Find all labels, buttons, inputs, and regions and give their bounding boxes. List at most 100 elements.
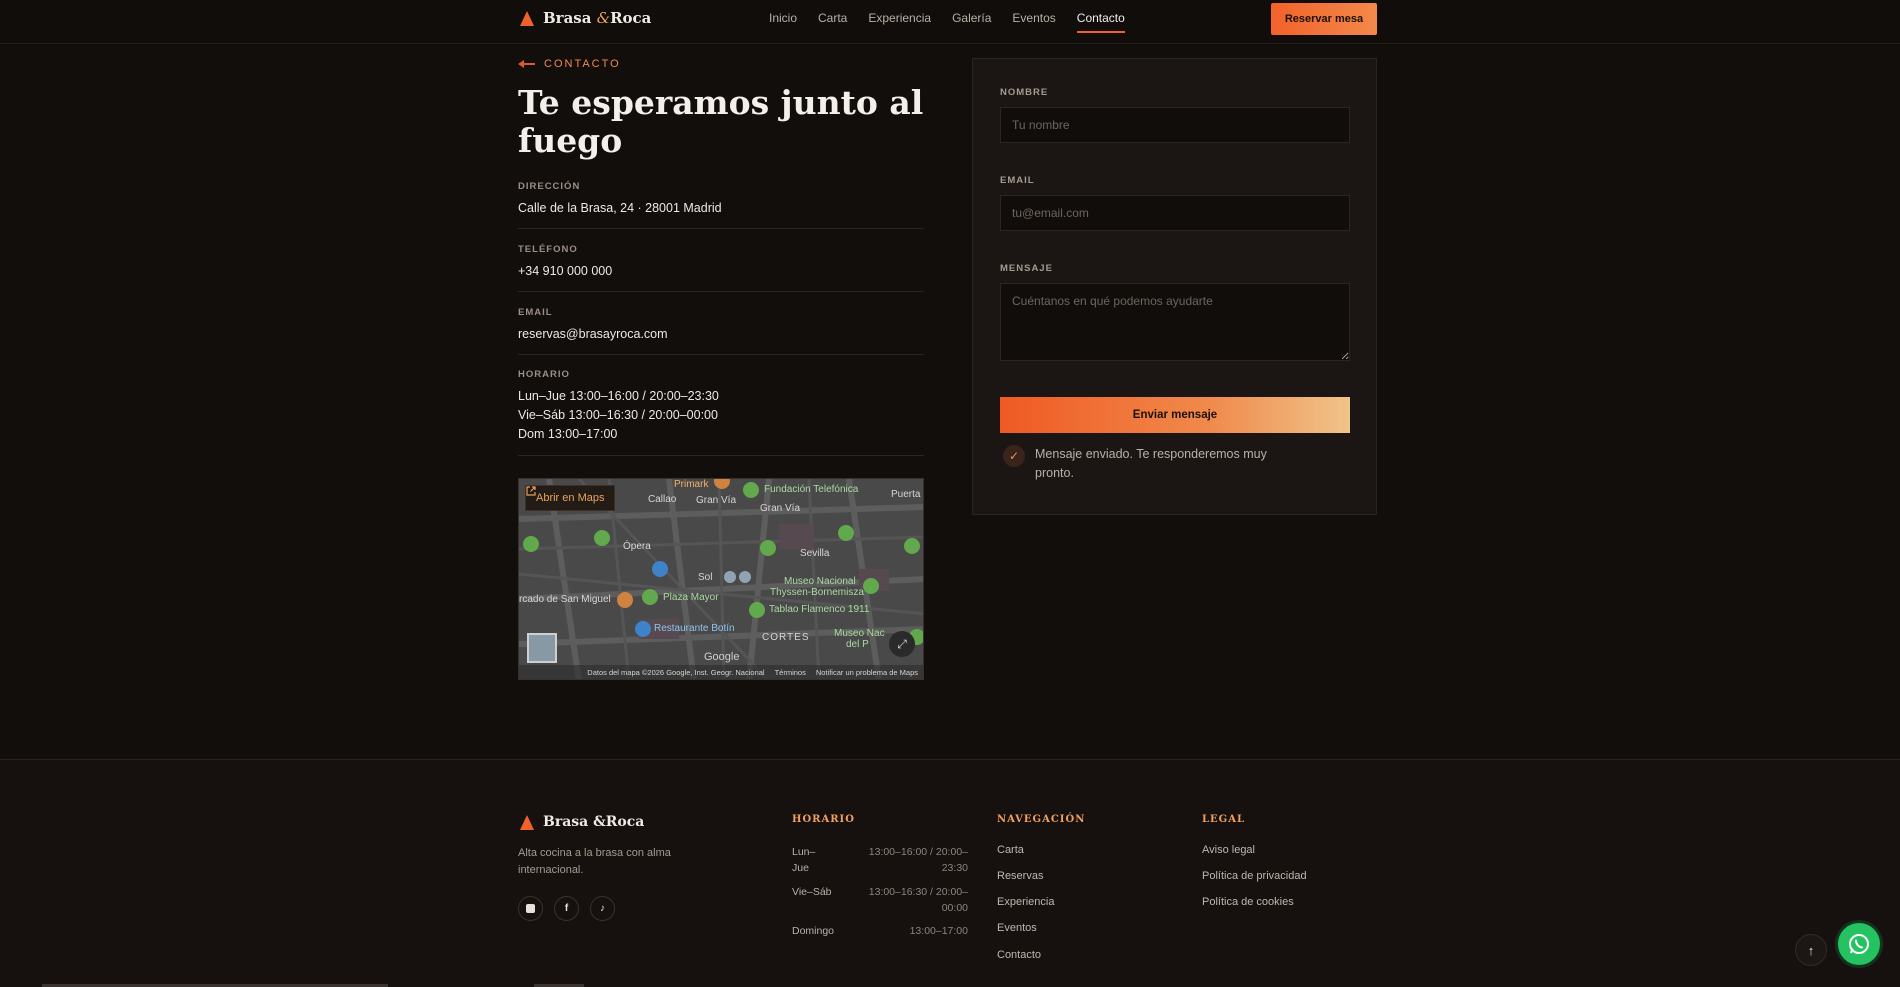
flame-icon (520, 814, 534, 830)
map-place-label: Thyssen-Bornemisza (770, 587, 864, 598)
nav-item-galeria[interactable]: Galería (952, 11, 991, 33)
name-input[interactable] (1000, 107, 1350, 143)
footer-logo[interactable]: Brasa &Roca (520, 814, 644, 830)
map-report-link[interactable]: Notificar un problema de Maps (816, 668, 918, 677)
external-link-icon (526, 486, 536, 496)
email-label: EMAIL (518, 307, 553, 318)
hours-label: HORARIO (518, 369, 570, 380)
footer-hours-row: Domingo 13:00–17:00 (792, 923, 968, 939)
map-place-label: del P (846, 639, 869, 650)
address-value: Calle de la Brasa, 24 · 28001 Madrid (518, 201, 722, 215)
footer-hours-title: HORARIO (792, 814, 855, 825)
check-icon: ✓ (1003, 445, 1025, 467)
map-place-label: Restaurante Botín (654, 623, 735, 634)
open-in-maps-button[interactable]: Abrir en Maps (525, 485, 616, 511)
map-place-label: Gran Vía (760, 503, 801, 514)
nav-item-carta[interactable]: Carta (818, 11, 847, 33)
brand-logo[interactable]: Brasa &Roca (520, 9, 651, 27)
footer-link-reservas[interactable]: Reservas (997, 870, 1043, 882)
whatsapp-button[interactable] (1835, 920, 1883, 968)
social-links: f ♪ (518, 896, 615, 921)
map-place-label: Museo Nacional (784, 576, 856, 587)
fullscreen-icon[interactable]: ⤢ (889, 631, 915, 657)
footer-link-privacidad[interactable]: Política de privacidad (1202, 870, 1307, 882)
contact-form: NOMBRE EMAIL MENSAJE Enviar mensaje ✓ Me… (972, 58, 1377, 515)
hours-time: 13:00–16:00 / 20:00–23:30 (868, 846, 968, 874)
hours-day: Vie–Sáb (792, 886, 832, 898)
message-label: MENSAJE (1000, 263, 1053, 274)
site-footer: Brasa &Roca Alta cocina a la brasa con a… (0, 759, 1900, 987)
eyebrow-label: CONTACTO (544, 58, 621, 70)
nav-item-eventos[interactable]: Eventos (1012, 11, 1055, 33)
success-message: ✓ Mensaje enviado. Te responderemos muy … (1003, 445, 1303, 483)
hours-day: Domingo (792, 925, 835, 937)
flame-icon (520, 10, 534, 26)
hours-time: 13:00–17:00 (909, 925, 968, 937)
address-label: DIRECCIÓN (518, 181, 581, 192)
map-embed[interactable]: Primark Fundación Telefónica Puerta Call… (518, 478, 924, 680)
footer-brand-name: Brasa &Roca (543, 814, 645, 830)
arrow-up-icon: ↑ (1807, 942, 1815, 958)
map-place-label: Sol (698, 572, 713, 583)
map-data-credit: Datos del mapa ©2026 Google, Inst. Geogr… (587, 667, 765, 677)
map-place-label: Fundación Telefónica (764, 484, 859, 495)
instagram-icon[interactable] (518, 896, 543, 921)
phone-block: TELÉFONO +34 910 000 000 (518, 244, 924, 292)
map-place-label: Tablao Flamenco 1911 (769, 604, 870, 615)
email-label: EMAIL (1000, 175, 1035, 186)
map-place-label: Gran Vía (696, 495, 737, 506)
google-logo: Google (704, 651, 740, 663)
map-place-label: Puerta (891, 489, 921, 500)
main-nav: Inicio Carta Experiencia Galería Eventos… (769, 11, 1146, 33)
map-place-label: Ópera (623, 541, 651, 552)
phone-value[interactable]: +34 910 000 000 (518, 262, 924, 281)
send-message-button[interactable]: Enviar mensaje (1000, 397, 1350, 433)
top-navbar: Brasa &Roca Inicio Carta Experiencia Gal… (0, 0, 1900, 44)
nav-item-experiencia[interactable]: Experiencia (868, 11, 931, 33)
footer-legal-title: LEGAL (1202, 814, 1245, 825)
open-in-maps-label: Abrir en Maps (536, 492, 605, 504)
footer-link-carta[interactable]: Carta (997, 844, 1024, 856)
footer-link-contacto[interactable]: Contacto (997, 949, 1041, 961)
footer-tagline: Alta cocina a la brasa con alma internac… (518, 847, 671, 876)
whatsapp-icon (1849, 934, 1869, 954)
hours-line: Dom 13:00–17:00 (518, 427, 618, 441)
map-place-label: Sevilla (800, 548, 830, 559)
success-text: Mensaje enviado. Te responderemos muy pr… (1035, 447, 1267, 480)
map-place-label: Plaza Mayor (663, 592, 719, 603)
email-input[interactable] (1000, 195, 1350, 231)
hours-block: HORARIO Lun–Jue 13:00–16:00 / 20:00–23:3… (518, 369, 924, 456)
footer-link-aviso-legal[interactable]: Aviso legal (1202, 844, 1255, 856)
map-place-label: CORTES (762, 632, 810, 643)
nav-item-inicio[interactable]: Inicio (769, 11, 797, 33)
footer-nav-title: NAVEGACIÓN (997, 814, 1086, 825)
reserve-button[interactable]: Reservar mesa (1271, 3, 1377, 35)
footer-link-eventos[interactable]: Eventos (997, 922, 1037, 934)
footer-link-cookies[interactable]: Política de cookies (1202, 896, 1294, 908)
hours-time: 13:00–16:30 / 20:00–00:00 (868, 886, 968, 914)
footer-hours-row: Vie–Sáb 13:00–16:30 / 20:00–00:00 (792, 884, 968, 916)
brand-name: Brasa &Roca (543, 9, 652, 27)
map-place-label: Museo Nac (834, 628, 885, 639)
footer-hours-row: Lun–Jue 13:00–16:00 / 20:00–23:30 (792, 844, 968, 876)
arrow-left-icon (518, 60, 536, 68)
section-eyebrow: CONTACTO (518, 58, 621, 70)
back-to-top-button[interactable]: ↑ (1795, 934, 1827, 966)
facebook-icon[interactable]: f (554, 896, 579, 921)
tiktok-icon[interactable]: ♪ (590, 896, 615, 921)
nav-item-contacto[interactable]: Contacto (1076, 11, 1125, 33)
message-textarea[interactable] (1000, 283, 1350, 361)
map-terms-link[interactable]: Términos (775, 668, 806, 677)
footer-link-experiencia[interactable]: Experiencia (997, 896, 1054, 908)
hours-day: Lun–Jue (792, 846, 816, 874)
map-place-label: Callao (648, 494, 677, 505)
name-label: NOMBRE (1000, 87, 1049, 98)
address-block: DIRECCIÓN Calle de la Brasa, 24 · 28001 … (518, 181, 924, 229)
map-place-label: rcado de San Miguel (519, 594, 611, 605)
phone-label: TELÉFONO (518, 244, 578, 255)
map-attribution: Datos del mapa ©2026 Google, Inst. Geogr… (519, 665, 923, 679)
map-layer-thumbnail[interactable] (527, 633, 557, 663)
email-value[interactable]: reservas@brasayroca.com (518, 325, 924, 344)
hours-line: Lun–Jue 13:00–16:00 / 20:00–23:30 (518, 389, 719, 403)
hours-line: Vie–Sáb 13:00–16:30 / 20:00–00:00 (518, 408, 718, 422)
